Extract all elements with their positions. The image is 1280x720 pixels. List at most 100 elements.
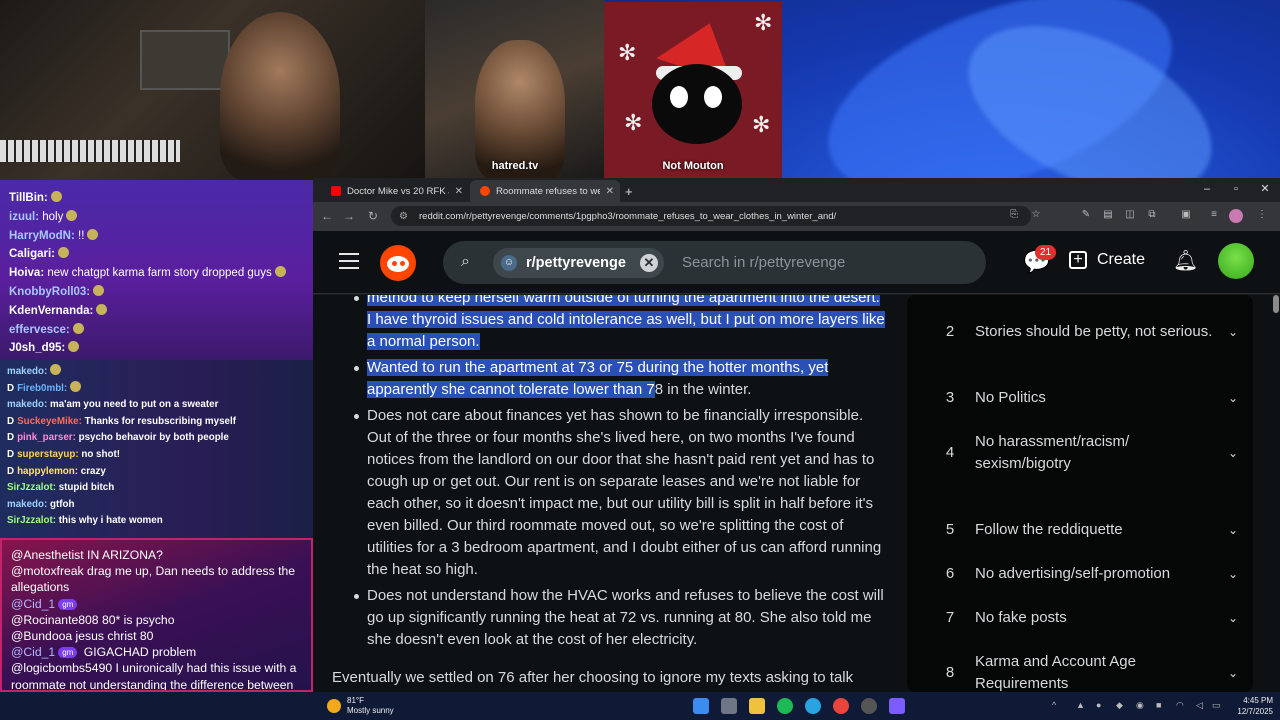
logo-eye — [392, 261, 397, 266]
chat-message: @motoxfreak drag me up, Dan needs to add… — [11, 563, 302, 595]
battery-icon[interactable]: ▭ — [1212, 700, 1222, 710]
screen: hatred.tv ✻ ✻ ✻ ✻ Not Mouton TillBin: izu… — [0, 0, 1280, 720]
chat-username: @Cid_1 — [11, 596, 56, 611]
rule-item[interactable]: 8 Karma and Account Age Requirements ⌄ — [907, 651, 1253, 692]
chevron-down-icon[interactable]: ⌄ — [1213, 387, 1253, 409]
taskbar: 81°F Mostly sunny ^ ▲ ● ◆ ◉ ■ ◠ ◁ ▭ 4:45 … — [0, 692, 1280, 720]
tray-icon[interactable]: ● — [1096, 700, 1106, 710]
emote-icon — [274, 266, 286, 278]
chevron-down-icon[interactable]: ⌄ — [1213, 607, 1253, 629]
badge-icon: D — [7, 465, 15, 477]
edge-icon[interactable] — [805, 698, 821, 714]
extension-icon[interactable]: ✎ — [1079, 209, 1093, 223]
post-bullet: Wanted to run the apartment at 73 or 75 … — [354, 357, 887, 401]
chevron-down-icon[interactable]: ⌄ — [1213, 662, 1253, 684]
search-bar[interactable]: ⌕ ☺ r/pettyrevenge ✕ Search in r/pettyre… — [443, 241, 986, 284]
rule-text: Stories should be petty, not serious. — [975, 323, 1213, 340]
chrome-icon[interactable] — [833, 698, 849, 714]
sidepanel-icon[interactable]: ▣ — [1179, 209, 1193, 223]
install-icon[interactable]: ⎘ — [1007, 209, 1021, 223]
close-icon[interactable]: ✕ — [455, 186, 463, 197]
rule-item[interactable]: 2 Stories should be petty, not serious. … — [907, 321, 1253, 343]
chevron-down-icon[interactable]: ⌄ — [1213, 321, 1253, 343]
minimize-icon[interactable]: – — [1193, 178, 1221, 202]
site-info-icon[interactable]: ⚙ — [399, 211, 411, 222]
new-tab-button[interactable]: + — [621, 180, 641, 202]
star-icon[interactable]: ☆ — [1029, 209, 1043, 223]
bell-icon[interactable]: 🔔︎ — [1173, 251, 1198, 273]
rule-item[interactable]: 6 No advertising/self-promotion ⌄ — [907, 563, 1253, 585]
tray-icon[interactable]: ▲ — [1076, 700, 1086, 710]
tab-youtube[interactable]: Doctor Mike vs 20 RFK Jr. Supp ✕ — [321, 180, 469, 202]
extension-icon[interactable]: ◫ — [1123, 209, 1137, 223]
reading-list-icon[interactable]: ≡ — [1207, 209, 1221, 223]
guest — [475, 40, 565, 178]
emote-icon — [70, 380, 82, 392]
reload-icon[interactable]: ↻ — [365, 209, 381, 223]
chat-text: jesus christ 80 — [72, 629, 154, 644]
guest-label: hatred.tv — [491, 160, 539, 172]
chevron-down-icon[interactable]: ⌄ — [1213, 519, 1253, 541]
hamburger-icon[interactable] — [339, 253, 359, 269]
rule-item[interactable]: 5 Follow the reddiquette ⌄ — [907, 519, 1253, 541]
subreddit-chip[interactable]: ☺ r/pettyrevenge ✕ — [493, 247, 664, 278]
chevron-down-icon[interactable]: ⌄ — [1213, 563, 1253, 585]
weather-widget[interactable]: 81°F Mostly sunny — [327, 696, 394, 716]
chat-username: KnobbyRoll03: — [9, 285, 91, 298]
back-icon[interactable]: ← — [319, 209, 335, 223]
close-icon[interactable]: ✕ — [606, 186, 614, 197]
chat-message: Dpink_parser: psycho behavoir by both pe… — [7, 430, 306, 447]
chat-message: Hoiva: new chatgpt karma farm story drop… — [9, 264, 304, 283]
reddit-logo[interactable] — [380, 245, 416, 281]
rule-number: 5 — [945, 521, 955, 538]
search-placeholder: Search in r/pettyrevenge — [681, 254, 846, 271]
app-icon[interactable] — [889, 698, 905, 714]
chat-text: Thanks for resubscribing myself — [81, 415, 236, 427]
profile-avatar[interactable] — [1229, 209, 1243, 223]
chat-username: makedo: — [7, 498, 48, 510]
chat-message: makedo: gtfoh — [7, 497, 306, 514]
chat-username: makedo: — [7, 366, 48, 377]
selected-text: Wanted to run the apartment at 73 or 75 … — [367, 359, 829, 398]
scrollbar-thumb[interactable] — [1273, 295, 1279, 313]
volume-icon[interactable]: ◁ — [1196, 700, 1206, 710]
weather-text: Mostly sunny — [347, 706, 394, 715]
address-bar[interactable]: ⚙ reddit.com/r/pettyrevenge/comments/1pg… — [391, 206, 1031, 226]
create-button[interactable]: + Create — [1069, 251, 1145, 269]
user-avatar[interactable] — [1218, 243, 1254, 279]
chevron-up-icon[interactable]: ^ — [1052, 700, 1062, 710]
restore-icon[interactable]: ▫ — [1222, 178, 1250, 202]
puzzle-icon[interactable]: ⧉ — [1145, 209, 1159, 223]
badge-icon: D — [7, 432, 15, 444]
badge-icon: D — [7, 415, 15, 427]
task-view-icon[interactable] — [721, 698, 737, 714]
close-window-icon[interactable]: ✕ — [1251, 178, 1279, 202]
chevron-down-icon[interactable]: ⌄ — [1213, 442, 1253, 464]
extension-icon[interactable]: ▤ — [1101, 209, 1115, 223]
forward-icon[interactable]: → — [341, 209, 357, 223]
spotify-icon[interactable] — [777, 698, 793, 714]
rule-item[interactable]: 4 No harassment/racism/sexism/bigotry ⌄ — [907, 431, 1253, 475]
wifi-icon[interactable]: ◠ — [1176, 700, 1186, 710]
emote-icon — [72, 322, 84, 334]
start-icon[interactable] — [693, 698, 709, 714]
chat-text: holy — [39, 210, 64, 223]
obs-icon[interactable] — [861, 698, 877, 714]
rule-item[interactable]: 3 No Politics ⌄ — [907, 387, 1253, 409]
streamer-webcam — [0, 0, 425, 180]
file-explorer-icon[interactable] — [749, 698, 765, 714]
menu-dots-icon[interactable]: ⋮ — [1255, 209, 1269, 223]
selected-text: method to keep herself warm outside of t… — [367, 295, 885, 350]
chat-text: crazy — [78, 465, 106, 477]
chat-text: gtfoh — [47, 498, 75, 510]
rule-item[interactable]: 7 No fake posts ⌄ — [907, 607, 1253, 629]
snowflake-icon: ✻ — [754, 10, 773, 35]
clock[interactable]: 4:45 PM 12/7/2025 — [1229, 695, 1273, 717]
chip-close-icon[interactable]: ✕ — [639, 253, 658, 272]
tab-reddit[interactable]: Roommate refuses to wear clo ✕ — [470, 180, 620, 202]
weather-temp: 81°F — [347, 696, 364, 705]
url-text: reddit.com/r/pettyrevenge/comments/1pgph… — [419, 210, 837, 222]
steam-icon[interactable]: ◉ — [1136, 700, 1146, 710]
tray-icon[interactable]: ◆ — [1116, 700, 1126, 710]
tray-icon[interactable]: ■ — [1156, 700, 1166, 710]
